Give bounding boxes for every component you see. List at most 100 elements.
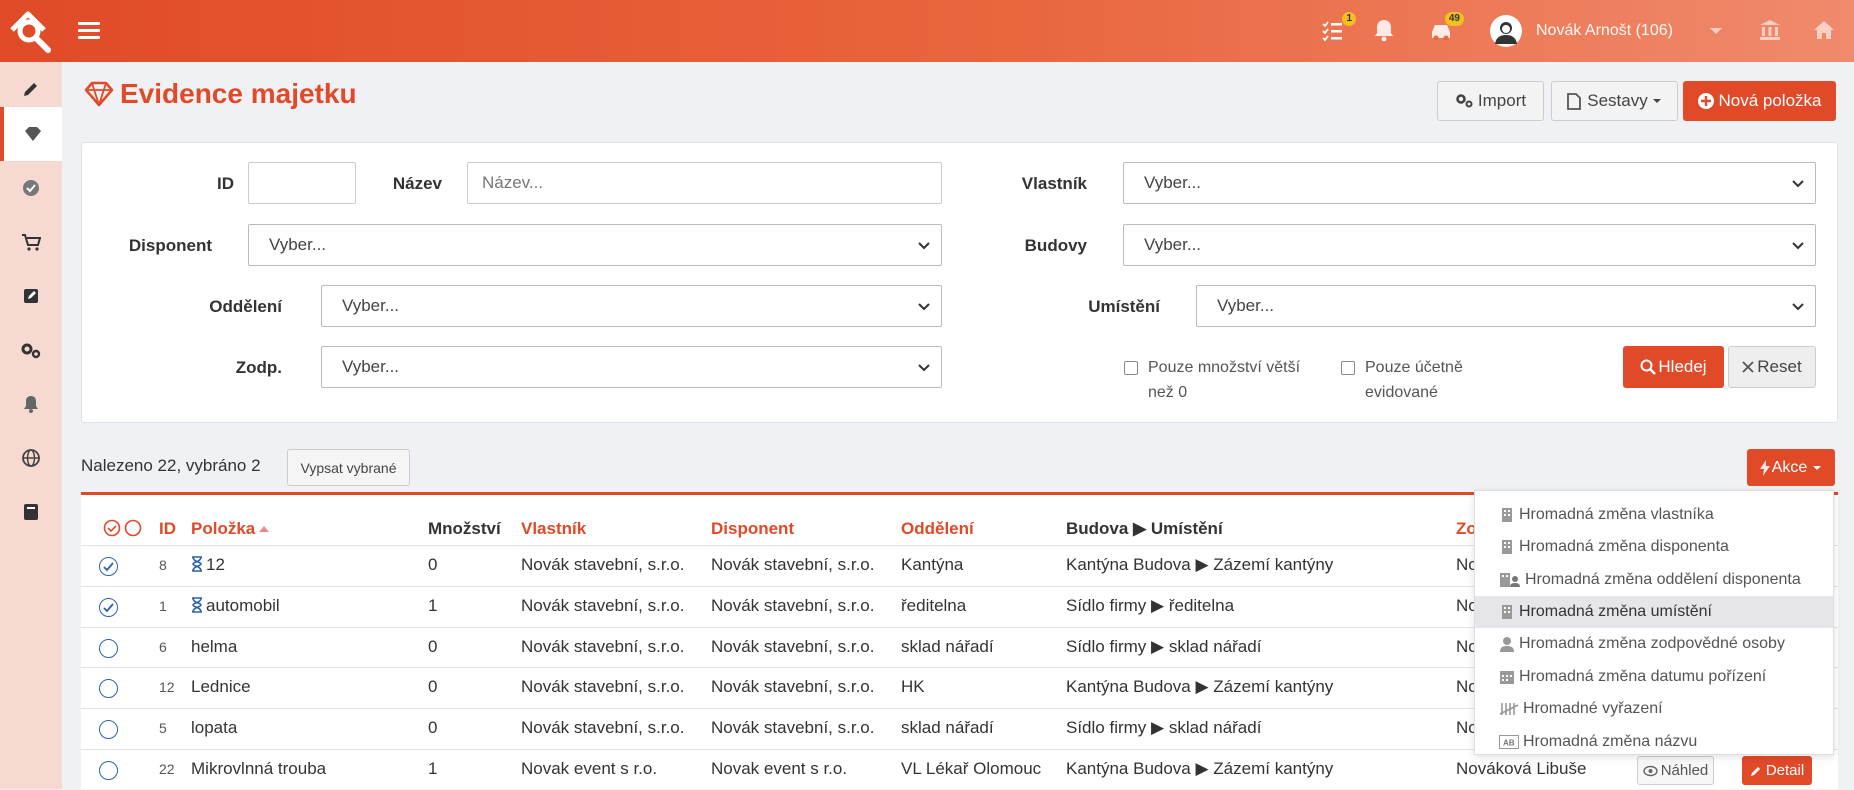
bell-icon[interactable] — [1373, 18, 1399, 44]
row-select-radio[interactable] — [99, 679, 118, 698]
buildings-select-value: Vyber... — [1144, 235, 1202, 254]
uncheck-all-icon[interactable] — [124, 519, 142, 537]
row-department: sklad nářadí — [901, 718, 994, 737]
preview-button[interactable]: Náhled — [1637, 756, 1714, 785]
col-building-location[interactable]: Budova ▶ Umístění — [1066, 519, 1223, 539]
name-placeholder: Název... — [482, 173, 544, 192]
sidebar-item-purchases[interactable] — [0, 215, 62, 269]
row-quantity: 1 — [428, 596, 438, 615]
home-logo-icon[interactable] — [8, 8, 54, 54]
row-id: 12 — [159, 679, 175, 695]
sidebar-item-web[interactable] — [0, 431, 62, 485]
actions-menu-item[interactable]: Hromadná změna umístění — [1475, 596, 1833, 628]
row-item[interactable]: helma — [191, 637, 237, 657]
check-all-icon[interactable] — [103, 519, 121, 537]
actions-menu-item[interactable]: Hromadná změna disponenta — [1475, 531, 1833, 563]
detail-button[interactable]: Detail — [1742, 756, 1812, 785]
col-disponent[interactable]: Disponent — [711, 519, 794, 539]
checkbox-box[interactable] — [1124, 361, 1138, 375]
row-item[interactable]: 12 — [191, 555, 225, 575]
responsible-select[interactable]: Vyber... — [321, 346, 942, 388]
actions-menu-item[interactable]: Hromadná změna vlastníka — [1475, 499, 1833, 531]
disponent-select-value: Vyber... — [269, 235, 327, 254]
sidebar-item-book[interactable] — [0, 485, 62, 539]
actions-menu-item[interactable]: Hromadná změna datumu pořízení — [1475, 661, 1833, 693]
col-owner[interactable]: Vlastník — [521, 519, 586, 539]
user-menu[interactable]: Novák Arnošt (106) — [1490, 14, 1673, 48]
gem-icon — [25, 127, 41, 141]
menu-toggle-icon[interactable] — [78, 18, 100, 42]
calendar-icon — [1499, 669, 1519, 685]
car-alert-icon[interactable]: 49 — [1428, 12, 1464, 44]
actions-menu-item[interactable]: AB Hromadná změna názvu — [1475, 726, 1833, 758]
qty-checkbox-line1: Pouze množství větší — [1148, 359, 1301, 376]
reports-dropdown-button[interactable]: Sestavy — [1551, 81, 1678, 121]
sidebar-item-approvals[interactable] — [0, 161, 62, 215]
row-item[interactable]: lopata — [191, 718, 237, 738]
disponent-select[interactable]: Vyber... — [248, 224, 942, 266]
col-department[interactable]: Oddělení — [901, 519, 974, 539]
select-toggle[interactable] — [103, 519, 142, 537]
row-select-radio[interactable] — [99, 639, 118, 658]
col-id[interactable]: ID — [159, 519, 176, 539]
row-location: Zázemí kantýny — [1213, 759, 1334, 778]
qty-checkbox-line2: než 0 — [1148, 384, 1188, 401]
col-quantity[interactable]: Množství — [428, 519, 501, 539]
list-selected-button[interactable]: Vypsat vybrané — [287, 449, 410, 486]
buildings-label: Budovy — [1024, 236, 1087, 255]
pencil-icon — [24, 83, 37, 96]
sidebar-item-settings[interactable] — [0, 323, 62, 377]
location-select[interactable]: Vyber... — [1196, 285, 1816, 327]
accounting-only-checkbox[interactable]: Pouze účetně evidované — [1341, 355, 1463, 405]
import-button[interactable]: Import — [1437, 81, 1544, 121]
name-label: Název — [392, 174, 442, 193]
qty-greater-zero-checkbox[interactable]: Pouze množství větší než 0 — [1124, 355, 1300, 405]
actions-menu-item-label: Hromadná změna datumu pořízení — [1519, 668, 1767, 685]
actions-menu-item[interactable]: Hromadná změna oddělení disponenta — [1475, 564, 1833, 596]
actions-menu-item[interactable]: Hromadné vyřazení — [1475, 693, 1833, 725]
name-input[interactable]: Název... — [467, 162, 942, 204]
checkbox-box[interactable] — [1341, 361, 1355, 375]
row-item[interactable]: Mikrovlnná trouba — [191, 759, 326, 779]
chevron-down-icon[interactable] — [1708, 22, 1734, 48]
row-select-radio[interactable] — [99, 557, 118, 576]
sidebar-item-documents[interactable] — [0, 269, 62, 323]
row-select-radio[interactable] — [99, 598, 118, 617]
id-label: ID — [217, 174, 234, 193]
actions-dropdown-button[interactable]: Akce — [1747, 449, 1835, 486]
row-location: Zázemí kantýny — [1213, 677, 1334, 696]
new-item-button[interactable]: Nová položka — [1683, 81, 1836, 121]
id-input[interactable] — [248, 162, 356, 204]
row-building-location: Sídlo firmy ▶ ředitelna — [1066, 596, 1235, 615]
row-item-label: lopata — [191, 718, 238, 737]
row-item[interactable]: automobil — [191, 596, 280, 616]
row-location: sklad nářadí — [1168, 637, 1262, 656]
buildings-select[interactable]: Vyber... — [1123, 224, 1816, 266]
search-button[interactable]: Hledej — [1623, 346, 1724, 388]
avatar — [1490, 15, 1522, 47]
department-select[interactable]: Vyber... — [321, 285, 942, 327]
row-select-radio[interactable] — [99, 720, 118, 739]
bank-icon[interactable] — [1758, 18, 1784, 44]
row-disponent: Novak event s r.o. — [711, 759, 848, 778]
col-item-label: Položka — [191, 519, 256, 538]
actions-menu-item[interactable]: Hromadná změna zodpovědné osoby — [1475, 628, 1833, 660]
row-item-label: helma — [191, 637, 238, 656]
row-item-label: Lednice — [191, 677, 251, 696]
caret-down-icon — [1652, 99, 1661, 103]
reset-button[interactable]: Reset — [1728, 346, 1816, 388]
col-item[interactable]: Položka — [191, 519, 270, 539]
tasks-icon[interactable]: 1 — [1320, 12, 1356, 44]
home-icon[interactable] — [1812, 18, 1838, 44]
col-building-label: Budova — [1066, 519, 1129, 538]
row-item[interactable]: Lednice — [191, 677, 251, 697]
row-building: Kantýna Budova — [1066, 759, 1191, 778]
new-item-label: Nová položka — [1718, 91, 1822, 110]
owner-select[interactable]: Vyber... — [1123, 162, 1816, 204]
book-icon — [24, 504, 38, 520]
sidebar-item-assets[interactable] — [0, 107, 62, 161]
row-select-radio[interactable] — [99, 761, 118, 780]
row-responsible: Nováková Libuše — [1456, 759, 1587, 778]
sidebar-item-notifications[interactable] — [0, 377, 62, 431]
responsible-label: Zodp. — [235, 358, 282, 377]
